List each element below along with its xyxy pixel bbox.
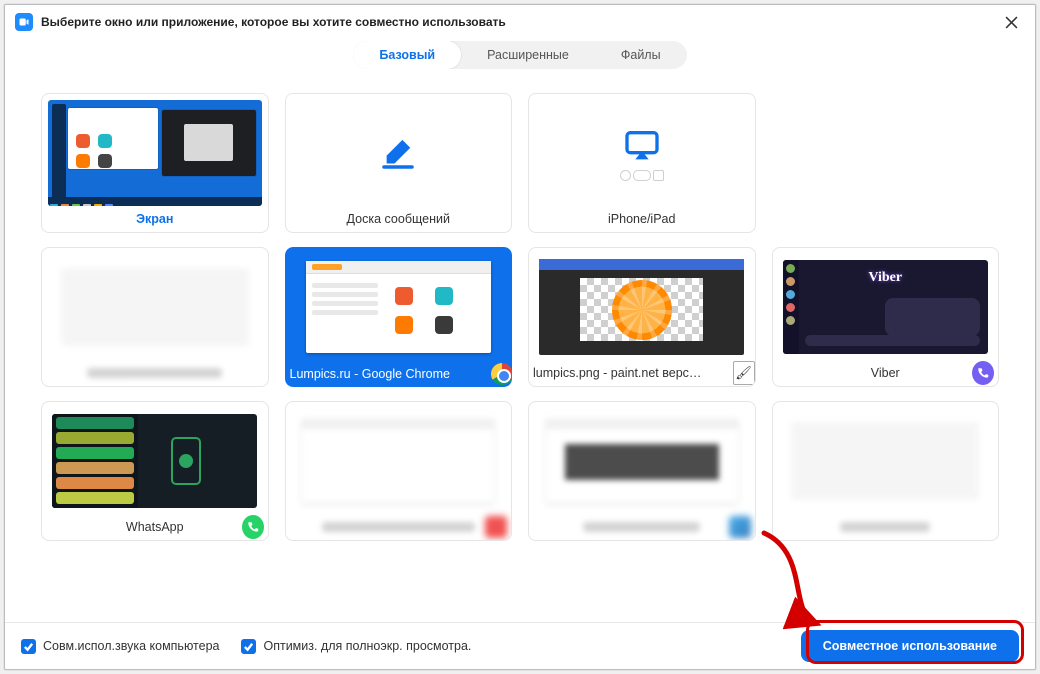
checkbox-share-audio-label: Совм.испол.звука компьютера — [43, 639, 219, 653]
pencil-icon — [286, 94, 512, 206]
tab-group: Базовый Расширенные Файлы — [353, 41, 686, 69]
paintnet-icon: 🖌 — [733, 362, 755, 384]
option-blurred-4-label — [840, 522, 930, 532]
close-icon — [1005, 16, 1018, 29]
option-whatsapp[interactable]: WhatsApp — [41, 401, 269, 541]
checkbox-share-audio[interactable]: Совм.испол.звука компьютера — [21, 639, 219, 654]
option-paint-label: lumpics.png - paint.net версия 4... — [533, 366, 703, 380]
checkbox-checked-icon — [241, 639, 256, 654]
option-whatsapp-label: WhatsApp — [126, 520, 184, 534]
option-iphone-ipad[interactable]: iPhone/iPad — [528, 93, 756, 233]
thumb-viber: Viber — [773, 248, 999, 360]
share-button[interactable]: Совместное использование — [801, 630, 1019, 662]
option-iphone-label: iPhone/iPad — [608, 212, 675, 226]
option-viber-label: Viber — [871, 366, 900, 380]
option-blurred-3-label — [583, 522, 700, 532]
close-button[interactable] — [997, 8, 1025, 36]
tab-basic[interactable]: Базовый — [353, 41, 461, 69]
option-screen-label: Экран — [136, 212, 173, 226]
option-blurred-2[interactable] — [285, 401, 513, 541]
zoom-icon — [15, 13, 33, 31]
app-icon-red — [485, 516, 507, 538]
option-paint[interactable]: lumpics.png - paint.net версия 4... 🖌 — [528, 247, 756, 387]
footer-bar: Совм.испол.звука компьютера Оптимиз. для… — [5, 622, 1035, 669]
thumb-screen — [42, 94, 268, 206]
option-screen[interactable]: Экран — [41, 93, 269, 233]
checkbox-optimize-video[interactable]: Оптимиз. для полноэкр. просмотра. — [241, 639, 471, 654]
option-blurred-2-label — [322, 522, 475, 532]
option-blurred-1[interactable] — [41, 247, 269, 387]
option-viber[interactable]: Viber Viber — [772, 247, 1000, 387]
dialog-title: Выберите окно или приложение, которое вы… — [41, 15, 506, 29]
tab-files[interactable]: Файлы — [595, 41, 687, 69]
option-blurred-3[interactable] — [528, 401, 756, 541]
option-whiteboard-label: Доска сообщений — [347, 212, 450, 226]
viber-icon — [972, 362, 994, 384]
option-blurred-4[interactable] — [772, 401, 1000, 541]
airplay-icon — [529, 94, 755, 206]
option-chrome[interactable]: Lumpics.ru - Google Chrome — [285, 247, 513, 387]
option-chrome-label: Lumpics.ru - Google Chrome — [290, 367, 450, 381]
thumb-whatsapp — [42, 402, 268, 514]
app-icon-blue — [729, 516, 751, 538]
tab-advanced[interactable]: Расширенные — [461, 41, 595, 69]
option-blurred-1-label — [87, 368, 222, 378]
thumb-paint — [529, 248, 755, 360]
whatsapp-icon — [242, 516, 264, 538]
checkbox-checked-icon — [21, 639, 36, 654]
thumb-chrome — [285, 247, 513, 361]
checkbox-optimize-video-label: Оптимиз. для полноэкр. просмотра. — [263, 639, 471, 653]
share-options-grid: Экран Доска сообщений iPhone/iPad — [41, 93, 999, 541]
option-whiteboard[interactable]: Доска сообщений — [285, 93, 513, 233]
chrome-icon — [491, 363, 512, 385]
